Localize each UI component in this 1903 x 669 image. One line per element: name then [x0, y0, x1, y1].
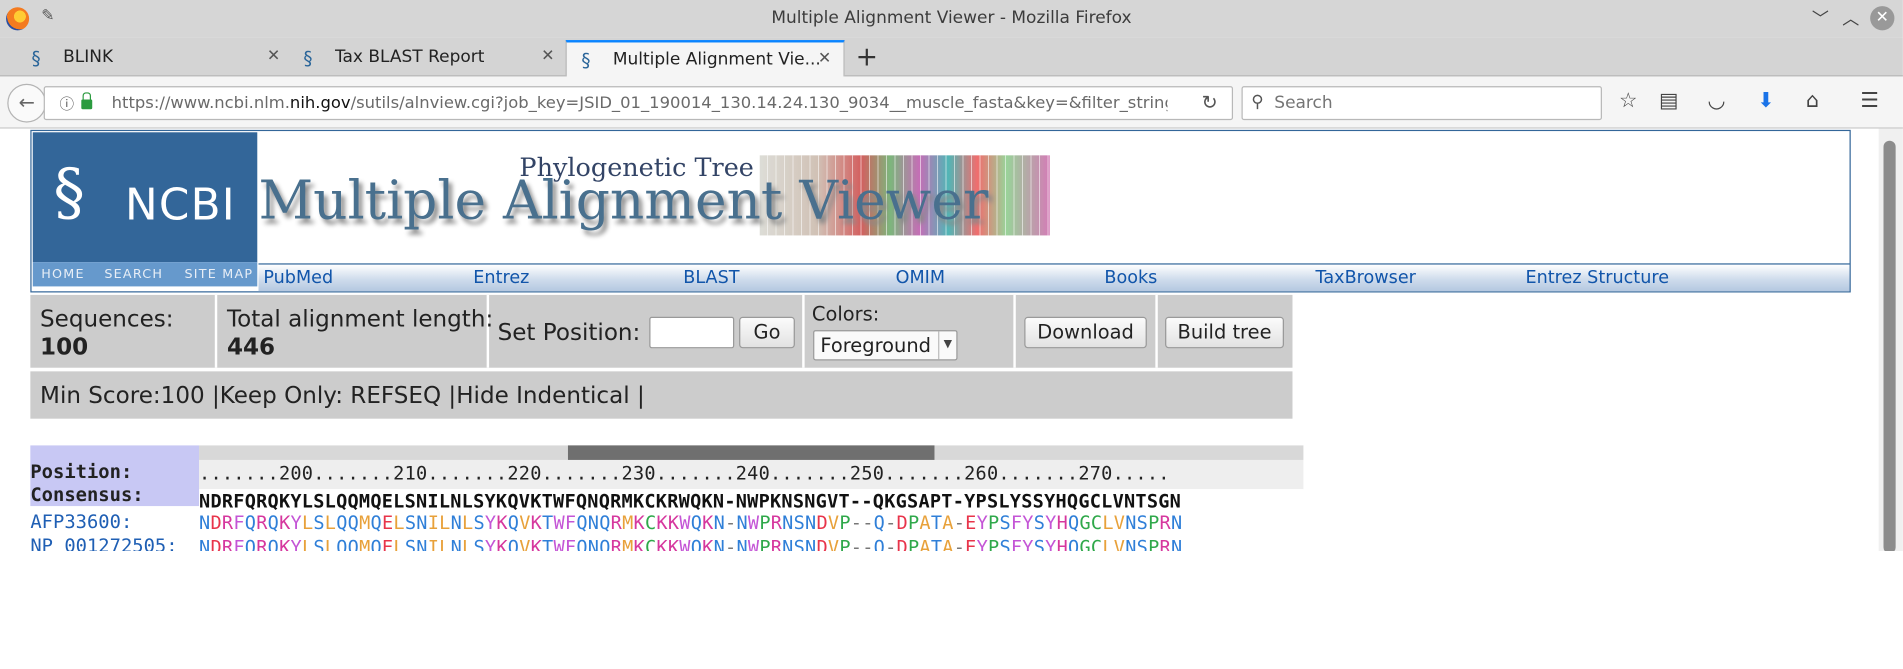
tab-bar: § BLINK ✕ § Tax BLAST Report ✕ § Multipl…: [0, 37, 1903, 78]
ncbi-header: § NCBI HOME SEARCH SITE MAP Phylogenetic…: [30, 129, 1851, 293]
tab-close-icon[interactable]: ✕: [267, 47, 280, 65]
info-icon[interactable]: ⓘ: [59, 93, 74, 114]
nav-link-entrez-structure[interactable]: Entrez Structure: [1525, 268, 1669, 287]
helix-icon: §: [53, 156, 85, 230]
nav-link-taxbrowser[interactable]: TaxBrowser: [1316, 268, 1416, 287]
colors-label: Colors:: [811, 302, 880, 326]
window-title: Multiple Alignment Viewer - Mozilla Fire…: [771, 8, 1132, 28]
page-scroll-thumb[interactable]: [1883, 140, 1896, 551]
search-bar[interactable]: ⚲: [1241, 86, 1602, 121]
consensus-label: Consensus:: [30, 484, 144, 507]
reload-icon[interactable]: ↻: [1201, 91, 1217, 114]
tab-tax-blast-report[interactable]: § Tax BLAST Report ✕: [289, 40, 566, 75]
url-prefix: https://www.ncbi.nlm.: [111, 93, 290, 113]
colors-selected-value: Foreground: [820, 333, 931, 357]
position-label: Position:: [30, 461, 133, 484]
consensus-sequence: NDRFQRQKYLSLQQMQELSNILNLSYKQVKTWFQNQRMKC…: [199, 490, 1182, 513]
back-icon[interactable]: ←: [7, 83, 47, 123]
ncbi-logo-text: NCBI: [125, 180, 236, 231]
alignment-scrollbar[interactable]: [199, 445, 1304, 460]
filter-bar: Min Score:100 |Keep Only: REFSEQ |Hide I…: [30, 371, 1293, 419]
search-link[interactable]: SEARCH: [104, 267, 163, 282]
bookmark-star-icon[interactable]: ☆: [1619, 89, 1638, 113]
alignment-label-column: Position: Consensus:: [30, 445, 200, 507]
sequence-name-link[interactable]: AFP33600:: [30, 511, 132, 533]
maximize-icon[interactable]: ︿: [1842, 6, 1859, 30]
ncbi-favicon-icon: §: [581, 49, 591, 72]
filter-options[interactable]: Min Score:100 |Keep Only: REFSEQ |Hide I…: [40, 382, 645, 409]
length-label: Total alignment length:: [226, 305, 494, 333]
site-map-link[interactable]: SITE MAP: [184, 267, 253, 282]
tab-label: BLINK: [63, 47, 114, 67]
page-content: § NCBI HOME SEARCH SITE MAP Phylogenetic…: [0, 128, 1879, 551]
url-text[interactable]: https://www.ncbi.nlm.nih.gov/sutils/alnv…: [112, 93, 1168, 112]
alignment-controls: Sequences: 100 Total alignment length: 4…: [30, 294, 1293, 368]
tab-multiple-alignment-viewer[interactable]: § Multiple Alignment Vie... ✕: [565, 40, 845, 78]
tab-close-icon[interactable]: ✕: [541, 47, 554, 65]
ncbi-nav-strip: PubMed Entrez BLAST OMIM Books TaxBrowse…: [258, 263, 1850, 292]
download-icon[interactable]: ⬇: [1757, 89, 1774, 113]
url-suffix: /sutils/alnview.cgi?job_key=JSID_01_1900…: [350, 93, 1168, 113]
set-position-label: Set Position:: [497, 319, 641, 346]
pocket-icon[interactable]: ◡: [1708, 89, 1726, 113]
chevron-down-icon: ▼: [938, 331, 956, 360]
banner-title: Multiple Alignment Viewer: [258, 169, 989, 232]
sequence-name-link[interactable]: NP_001272505:: [30, 535, 177, 551]
home-link[interactable]: HOME: [41, 267, 85, 282]
home-icon[interactable]: ⌂: [1806, 89, 1819, 113]
tab-close-icon[interactable]: ✕: [818, 50, 831, 68]
nav-link-omim[interactable]: OMIM: [896, 268, 945, 287]
url-host: nih.gov: [289, 93, 351, 113]
nav-link-blast[interactable]: BLAST: [683, 268, 739, 287]
ncbi-quick-links: HOME SEARCH SITE MAP: [32, 262, 258, 287]
url-bar[interactable]: ⓘ https://www.ncbi.nlm.nih.gov/sutils/al…: [43, 86, 1234, 121]
build-tree-button[interactable]: Build tree: [1165, 316, 1284, 349]
browser-window: ✎ Multiple Alignment Viewer - Mozilla Fi…: [0, 0, 1903, 551]
tab-blink[interactable]: § BLINK ✕: [17, 40, 289, 75]
download-button[interactable]: Download: [1024, 316, 1147, 349]
nav-link-pubmed[interactable]: PubMed: [263, 268, 333, 287]
menu-icon[interactable]: ☰: [1860, 89, 1879, 113]
search-input[interactable]: [1271, 89, 1599, 117]
position-input[interactable]: [649, 316, 735, 349]
search-icon: ⚲: [1251, 92, 1264, 112]
position-ruler: .......200.......210.......220.......230…: [199, 462, 1170, 485]
nav-link-books[interactable]: Books: [1104, 268, 1157, 287]
ncbi-favicon-icon: §: [31, 47, 41, 70]
tab-label: Tax BLAST Report: [334, 47, 485, 67]
length-cell: Total alignment length: 446: [217, 294, 493, 368]
nav-link-entrez[interactable]: Entrez: [473, 268, 529, 287]
sequences-value: 100: [40, 333, 89, 361]
sequence-row: NDRFQRQKYLSLQQMQELSNILNLSYKQVKTWFQNQRMKC…: [199, 536, 1183, 551]
sequences-label: Sequences:: [40, 305, 174, 333]
ncbi-favicon-icon: §: [303, 47, 313, 70]
minimize-icon[interactable]: ﹀: [1812, 6, 1829, 30]
reading-list-icon[interactable]: ▤: [1659, 89, 1678, 113]
sequence-row: NDRFQRQKYLSLQQMQELSNILNLSYKQVKTWFQNQRMKC…: [199, 512, 1183, 534]
page-scrollbar[interactable]: [1878, 128, 1903, 551]
sequences-cell: Sequences: 100: [30, 294, 218, 368]
close-window-icon[interactable]: ✕: [1870, 6, 1895, 31]
colors-select[interactable]: Foreground ▼: [813, 330, 958, 361]
tab-label: Multiple Alignment Vie...: [612, 49, 821, 70]
length-value: 446: [226, 333, 276, 361]
alignment-scroll-thumb[interactable]: [567, 445, 935, 460]
ncbi-logo[interactable]: § NCBI: [32, 132, 258, 263]
title-bar: ✎ Multiple Alignment Viewer - Mozilla Fi…: [0, 0, 1903, 38]
lock-icon[interactable]: [81, 92, 93, 110]
new-tab-icon[interactable]: +: [856, 42, 878, 72]
go-button[interactable]: Go: [739, 316, 795, 349]
